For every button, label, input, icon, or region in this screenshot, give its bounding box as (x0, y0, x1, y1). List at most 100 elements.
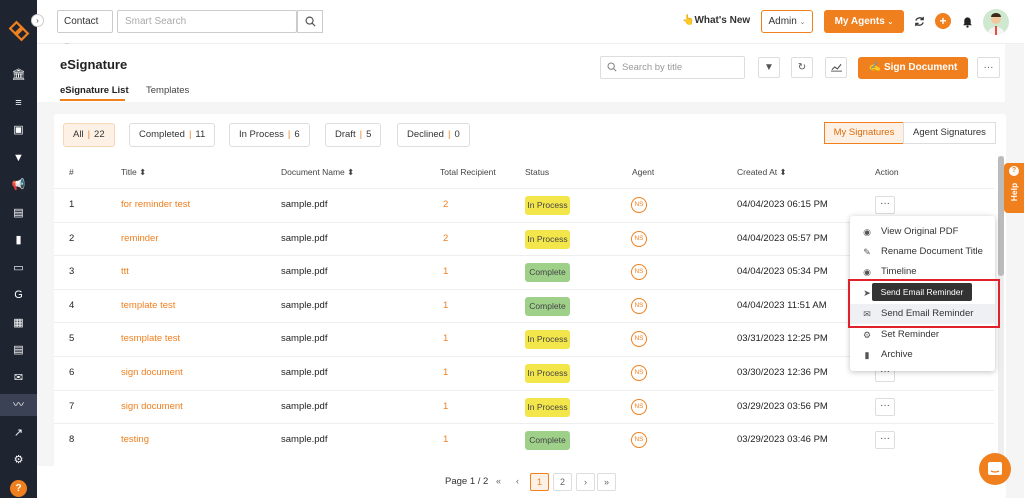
row-recipient-count[interactable]: 1 (443, 266, 448, 277)
agent-avatar: NS (631, 432, 647, 449)
folder-icon[interactable]: ▭ (0, 257, 37, 279)
funnel-icon[interactable]: ▼ (0, 147, 37, 169)
title-search-input[interactable]: Search by title (600, 56, 745, 79)
filter-count: 5 (366, 129, 372, 140)
filter-count: 6 (294, 129, 300, 140)
mail-icon[interactable]: ✉ (0, 367, 37, 389)
segment-agent-signatures[interactable]: Agent Signatures (903, 122, 996, 144)
last-page-button[interactable]: » (597, 473, 616, 491)
sign-document-label: Sign Document (883, 62, 958, 73)
tab-esignature-list[interactable]: eSignature List (60, 85, 129, 96)
row-title-link[interactable]: sign document (121, 367, 183, 378)
refresh-button[interactable]: ↻ (791, 57, 813, 78)
more-options-button[interactable]: ··· (977, 57, 1000, 78)
filter-chip-all[interactable]: All | 22 (63, 123, 115, 147)
menu-item-rename-document-title[interactable]: ✎ Rename Document Title (850, 242, 995, 262)
trend-icon[interactable]: ↗ (0, 422, 37, 444)
row-recipient-count[interactable]: 1 (443, 367, 448, 378)
row-document-name: sample.pdf (281, 299, 328, 311)
segment-my-signatures[interactable]: My Signatures (824, 122, 904, 144)
chevron-down-icon: ⌄ (887, 19, 894, 26)
app-logo-icon[interactable] (8, 20, 30, 42)
search-button[interactable] (297, 10, 323, 33)
smart-search-input[interactable]: Smart Search (117, 10, 297, 33)
bar-chart-icon[interactable]: ▮ (0, 229, 37, 251)
page-indicator: Page 1 / 2 (445, 476, 489, 487)
row-title-link[interactable]: testing (121, 434, 149, 445)
column-header-title[interactable]: Title ⬍ (121, 167, 146, 178)
row-title-link[interactable]: for reminder test (121, 199, 190, 210)
row-action-button[interactable]: ··· (875, 196, 895, 214)
menu-item-archive[interactable]: ▮ Archive (850, 345, 995, 365)
filter-count: 11 (195, 129, 206, 140)
column-header-created-at[interactable]: Created At ⬍ (737, 167, 787, 178)
line-chart-icon (830, 63, 842, 72)
help-tab-label: Help (1009, 182, 1019, 202)
filter-button[interactable]: ▼ (758, 57, 780, 78)
row-title-link[interactable]: tesmplate test (121, 333, 180, 344)
filter-chip-declined[interactable]: Declined | 0 (397, 123, 470, 147)
help-circle-icon[interactable]: ? (10, 480, 27, 497)
signature-icon[interactable]: 〰 (0, 394, 37, 416)
help-side-tab[interactable]: ? Help (1004, 163, 1024, 213)
row-action-button[interactable]: ··· (875, 431, 895, 450)
row-title-link[interactable]: ttt (121, 266, 129, 277)
refresh-icon[interactable] (914, 16, 925, 27)
agent-avatar: NS (631, 230, 647, 247)
menu-item-set-reminder[interactable]: ⚙ Set Reminder (850, 325, 995, 345)
sort-icon: ⬍ (139, 167, 147, 177)
column-header-number: # (69, 167, 74, 177)
chat-launcher-button[interactable] (979, 453, 1011, 485)
row-recipient-count[interactable]: 2 (443, 199, 448, 210)
bell-icon[interactable] (962, 16, 973, 28)
row-recipient-count[interactable]: 1 (443, 401, 448, 412)
prev-page-button[interactable]: ‹ (508, 473, 527, 491)
row-recipient-count[interactable]: 1 (443, 300, 448, 311)
filter-chip-draft[interactable]: Draft | 5 (325, 123, 382, 147)
filter-label: Declined (407, 129, 444, 140)
row-title-link[interactable]: reminder (121, 233, 159, 244)
row-action-button[interactable]: ··· (875, 397, 895, 416)
row-number: 5 (69, 333, 75, 345)
next-page-button[interactable]: › (576, 473, 595, 491)
row-title-link[interactable]: template test (121, 300, 175, 311)
row-number: 6 (69, 367, 75, 378)
row-recipient-count[interactable]: 1 (443, 434, 448, 445)
agent-avatar: NS (631, 365, 647, 381)
column-header-document-name[interactable]: Document Name ⬍ (281, 167, 354, 178)
first-page-button[interactable]: « (489, 473, 508, 491)
menu-item-label: Timeline (881, 266, 917, 277)
filter-chip-completed[interactable]: Completed | 11 (129, 123, 216, 147)
my-agents-button[interactable]: My Agents ⌄ (824, 10, 904, 33)
sign-document-button[interactable]: ✍ Sign Document (858, 57, 968, 79)
filter-chip-in-process[interactable]: In Process | 6 (229, 123, 310, 147)
contact-card-icon[interactable]: ▣ (0, 119, 37, 141)
row-created-at: 04/04/2023 05:57 PM (737, 232, 828, 244)
calendar-icon[interactable]: ▤ (0, 339, 37, 361)
page-title: eSignature (60, 57, 128, 72)
document-icon[interactable]: ▤ (0, 202, 37, 224)
row-document-name: sample.pdf (281, 266, 328, 278)
row-recipient-count[interactable]: 1 (443, 333, 448, 344)
bank-icon[interactable]: 🏛 (0, 64, 37, 86)
status-badge: In Process (525, 330, 570, 350)
row-recipient-count[interactable]: 2 (443, 233, 448, 244)
menu-item-view-original-pdf[interactable]: ◉ View Original PDF (850, 222, 995, 242)
sheet-icon[interactable]: ▦ (0, 312, 37, 334)
add-icon[interactable]: + (935, 13, 951, 29)
list-icon[interactable]: ≡ (0, 92, 37, 114)
megaphone-icon[interactable]: 📢 (0, 174, 37, 196)
google-icon[interactable]: G (0, 284, 37, 306)
row-number: 7 (69, 400, 75, 412)
analytics-button[interactable] (825, 57, 847, 78)
page-button-2[interactable]: 2 (553, 473, 572, 491)
avatar[interactable] (983, 9, 1009, 35)
admin-select[interactable]: Admin ⌄ (761, 10, 813, 33)
whats-new-link[interactable]: 👆What's New (682, 15, 750, 26)
contact-select[interactable]: Contact ⌄ (57, 10, 113, 47)
tab-templates[interactable]: Templates (146, 85, 189, 96)
sidebar-collapse-button[interactable]: › (31, 14, 44, 27)
page-button-1[interactable]: 1 (530, 473, 549, 491)
gear-icon[interactable]: ⚙ (0, 449, 37, 471)
row-title-link[interactable]: sign document (121, 401, 183, 412)
